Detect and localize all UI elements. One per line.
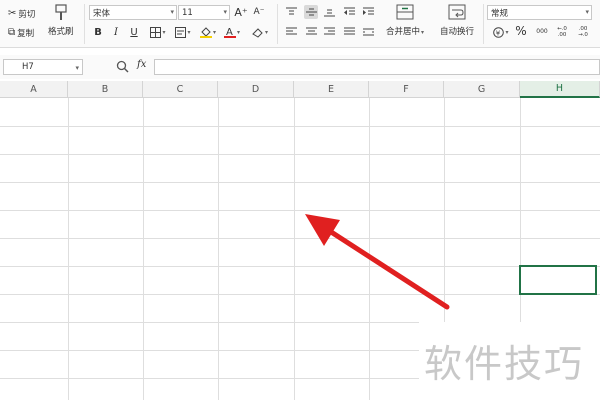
watermark-text: 软件技巧: [424, 342, 585, 386]
